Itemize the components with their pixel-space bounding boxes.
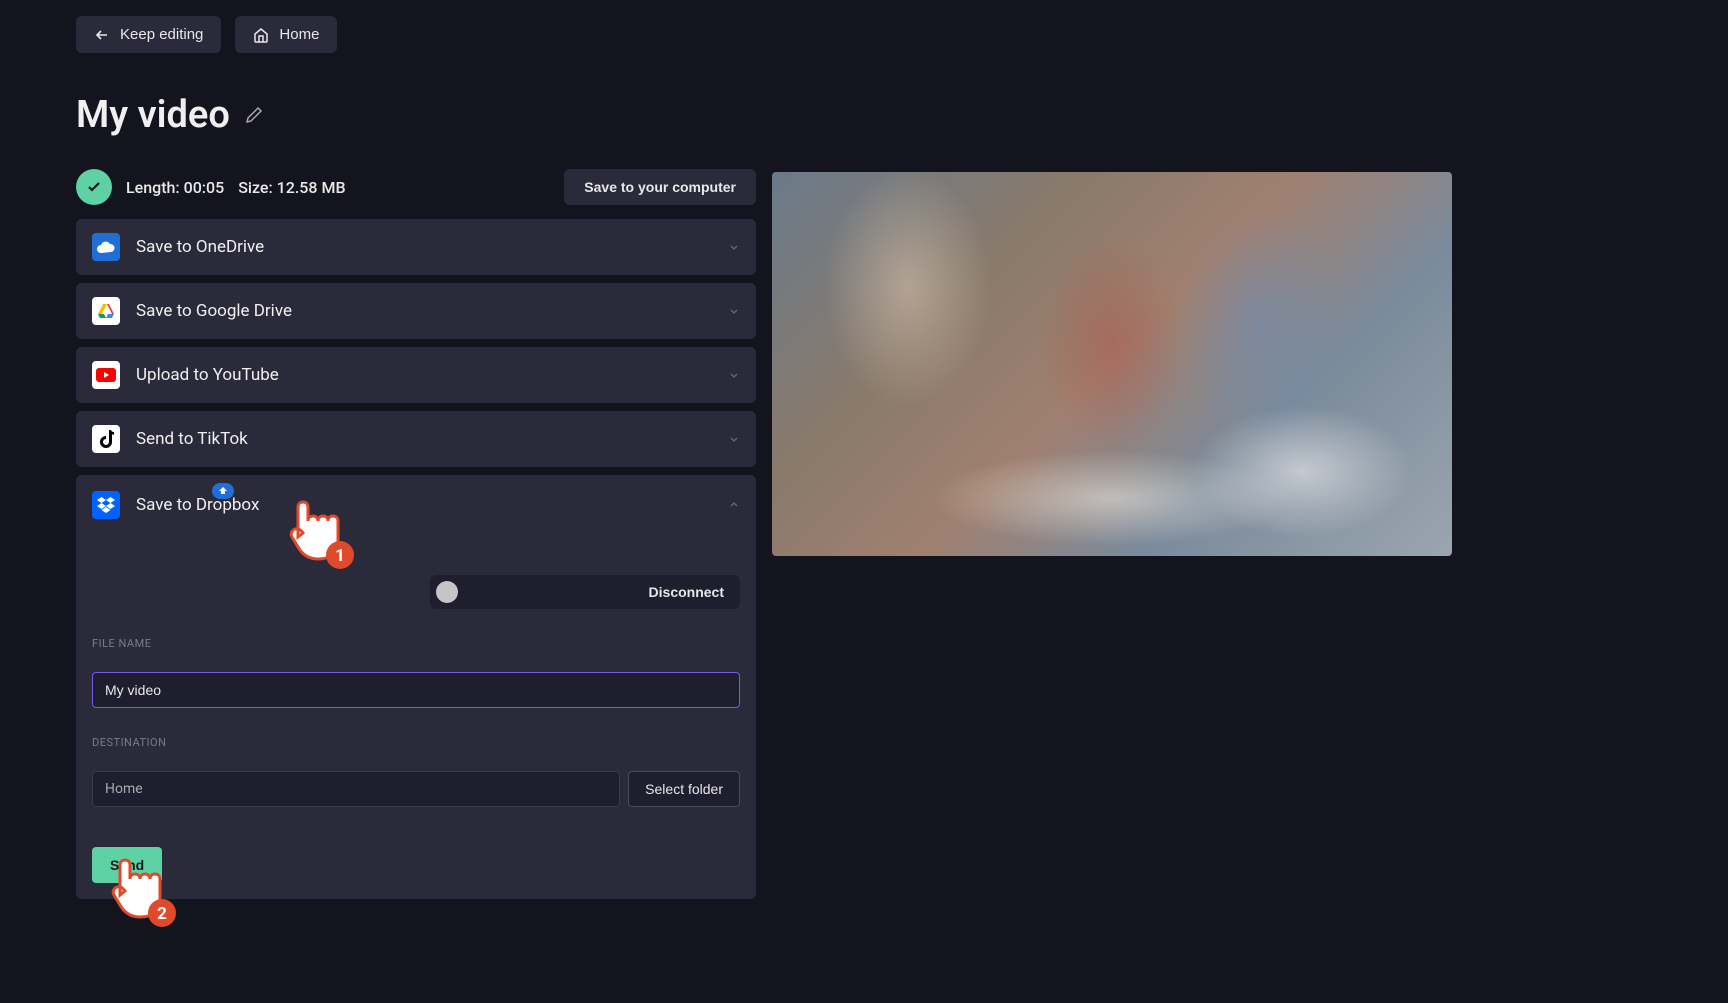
annotation-cursor-1: 1 bbox=[272, 489, 340, 569]
size-label: Size: 12.58 MB bbox=[238, 178, 345, 197]
filename-input[interactable] bbox=[92, 672, 740, 708]
length-label: Length: 00:05 bbox=[126, 178, 224, 197]
option-youtube[interactable]: Upload to YouTube bbox=[76, 347, 756, 403]
dropbox-icon bbox=[92, 491, 120, 519]
chevron-up-icon bbox=[728, 499, 740, 511]
chevron-down-icon bbox=[728, 305, 740, 317]
option-gdrive[interactable]: Save to Google Drive bbox=[76, 283, 756, 339]
info-row: Length: 00:05 Size: 12.58 MB Save to you… bbox=[76, 169, 756, 205]
account-avatar bbox=[436, 581, 458, 603]
top-buttons: Keep editing Home bbox=[76, 16, 756, 53]
video-preview-thumbnail bbox=[772, 172, 1452, 556]
destination-field-label: DESTINATION bbox=[92, 736, 740, 749]
keep-editing-label: Keep editing bbox=[120, 26, 203, 43]
onedrive-icon bbox=[92, 233, 120, 261]
chevron-down-icon bbox=[728, 241, 740, 253]
home-icon bbox=[253, 27, 269, 43]
home-label: Home bbox=[279, 26, 319, 43]
option-onedrive-label: Save to OneDrive bbox=[136, 237, 264, 257]
arrow-left-icon bbox=[94, 27, 110, 43]
input-caps-indicator-icon bbox=[212, 483, 234, 499]
annotation-cursor-2: 2 bbox=[94, 847, 162, 927]
option-gdrive-label: Save to Google Drive bbox=[136, 301, 292, 321]
option-youtube-label: Upload to YouTube bbox=[136, 365, 279, 385]
option-dropbox-header[interactable]: Save to Dropbox bbox=[92, 491, 740, 519]
select-folder-button[interactable]: Select folder bbox=[628, 771, 740, 807]
page-title: My video bbox=[76, 93, 230, 137]
filename-field-label: FILE NAME bbox=[92, 637, 740, 650]
dropbox-account-row: Disconnect bbox=[430, 575, 740, 609]
disconnect-button[interactable]: Disconnect bbox=[649, 584, 724, 600]
destination-display: Home bbox=[92, 771, 620, 807]
status-check-icon bbox=[76, 169, 112, 205]
save-to-computer-button[interactable]: Save to your computer bbox=[564, 169, 756, 205]
keep-editing-button[interactable]: Keep editing bbox=[76, 16, 221, 53]
svg-text:1: 1 bbox=[335, 546, 345, 566]
option-dropbox-expanded: Save to Dropbox Disconnect FILE NAME DES… bbox=[76, 475, 756, 899]
tiktok-icon bbox=[92, 425, 120, 453]
edit-title-icon[interactable] bbox=[244, 105, 264, 125]
chevron-down-icon bbox=[728, 369, 740, 381]
option-onedrive[interactable]: Save to OneDrive bbox=[76, 219, 756, 275]
svg-text:2: 2 bbox=[157, 904, 167, 924]
title-row: My video bbox=[76, 93, 756, 137]
home-button[interactable]: Home bbox=[235, 16, 337, 53]
option-dropbox-label: Save to Dropbox bbox=[136, 495, 259, 515]
option-tiktok[interactable]: Send to TikTok bbox=[76, 411, 756, 467]
option-tiktok-label: Send to TikTok bbox=[136, 429, 248, 449]
chevron-down-icon bbox=[728, 433, 740, 445]
youtube-icon bbox=[92, 361, 120, 389]
gdrive-icon bbox=[92, 297, 120, 325]
